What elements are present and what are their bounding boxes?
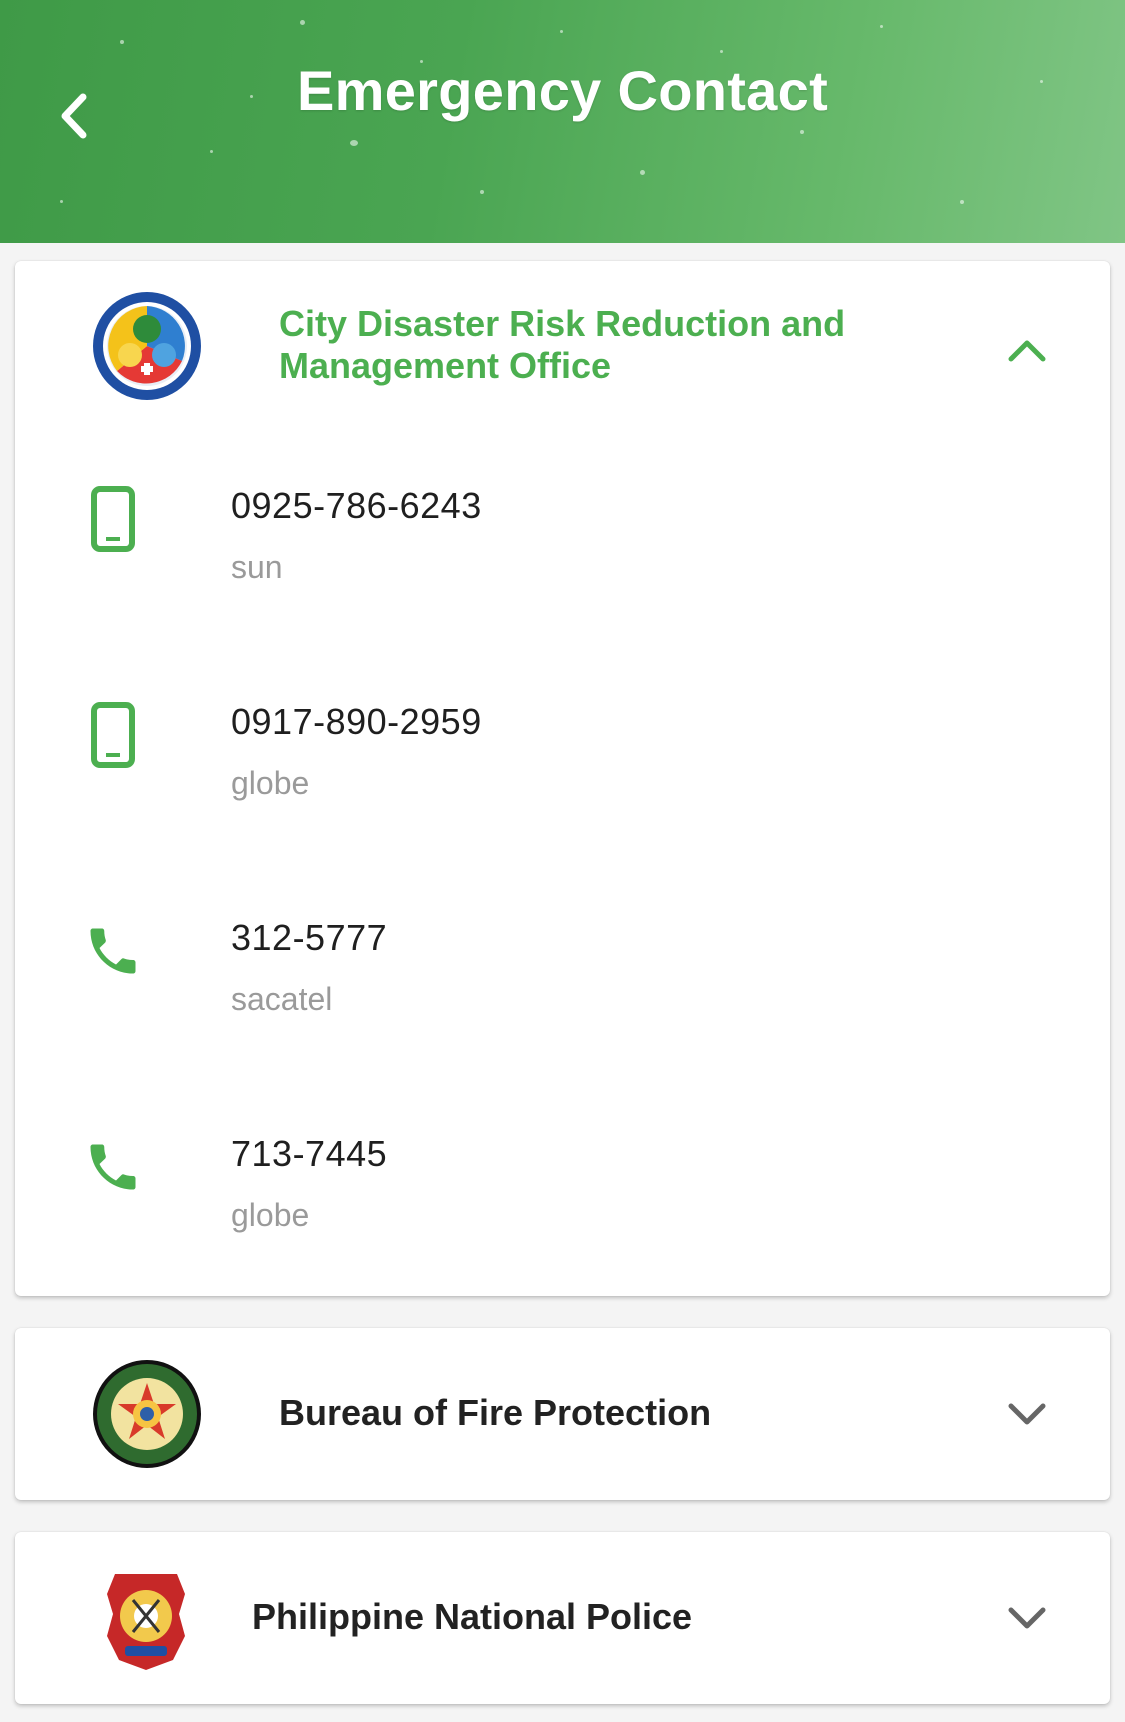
phone-icon [73, 911, 153, 991]
contact-number: 713-7445 [231, 1133, 388, 1174]
phone-icon [73, 1127, 153, 1207]
agency-card-pnp[interactable]: Philippine National Police [15, 1532, 1110, 1704]
contact-number: 312-5777 [231, 917, 388, 958]
agency-title: Bureau of Fire Protection [279, 1392, 712, 1433]
contact-number: 0917-890-2959 [231, 701, 482, 742]
cdrrmo-seal-logo [92, 291, 202, 401]
contact-carrier: globe [231, 1197, 310, 1233]
chevron-up-icon[interactable] [1005, 329, 1049, 373]
contact-carrier: globe [231, 765, 310, 801]
agency-card-cdrrmo: City Disaster Risk Reduction and Managem… [15, 261, 1110, 1296]
chevron-down-icon[interactable] [1005, 1596, 1049, 1640]
contact-row[interactable]: 0925-786-6243 sun [15, 479, 1110, 659]
agency-title: City Disaster Risk Reduction and Managem… [279, 303, 879, 387]
page-title: Emergency Contact [296, 59, 829, 122]
agency-card-header[interactable]: City Disaster Risk Reduction and Managem… [15, 261, 1110, 431]
contact-number: 0925-786-6243 [231, 485, 482, 526]
agency-title-line-1: City Disaster Risk Reduction and [279, 303, 846, 344]
agency-title: Philippine National Police [252, 1596, 693, 1637]
pnp-badge-logo [103, 1564, 189, 1674]
bfp-seal-logo [92, 1359, 202, 1469]
mobile-phone-icon [73, 695, 153, 775]
agency-card-bfp[interactable]: Bureau of Fire Protection [15, 1328, 1110, 1500]
app-header: Emergency Contact [0, 0, 1125, 243]
contact-carrier: sun [231, 549, 283, 585]
contact-row[interactable]: 713-7445 globe [15, 1127, 1110, 1307]
chevron-down-icon[interactable] [1005, 1392, 1049, 1436]
contact-row[interactable]: 0917-890-2959 globe [15, 695, 1110, 875]
mobile-phone-icon [73, 479, 153, 559]
contact-row[interactable]: 312-5777 sacatel [15, 911, 1110, 1091]
agency-title-line-2: Management Office [279, 345, 612, 386]
contact-carrier: sacatel [231, 981, 333, 1017]
